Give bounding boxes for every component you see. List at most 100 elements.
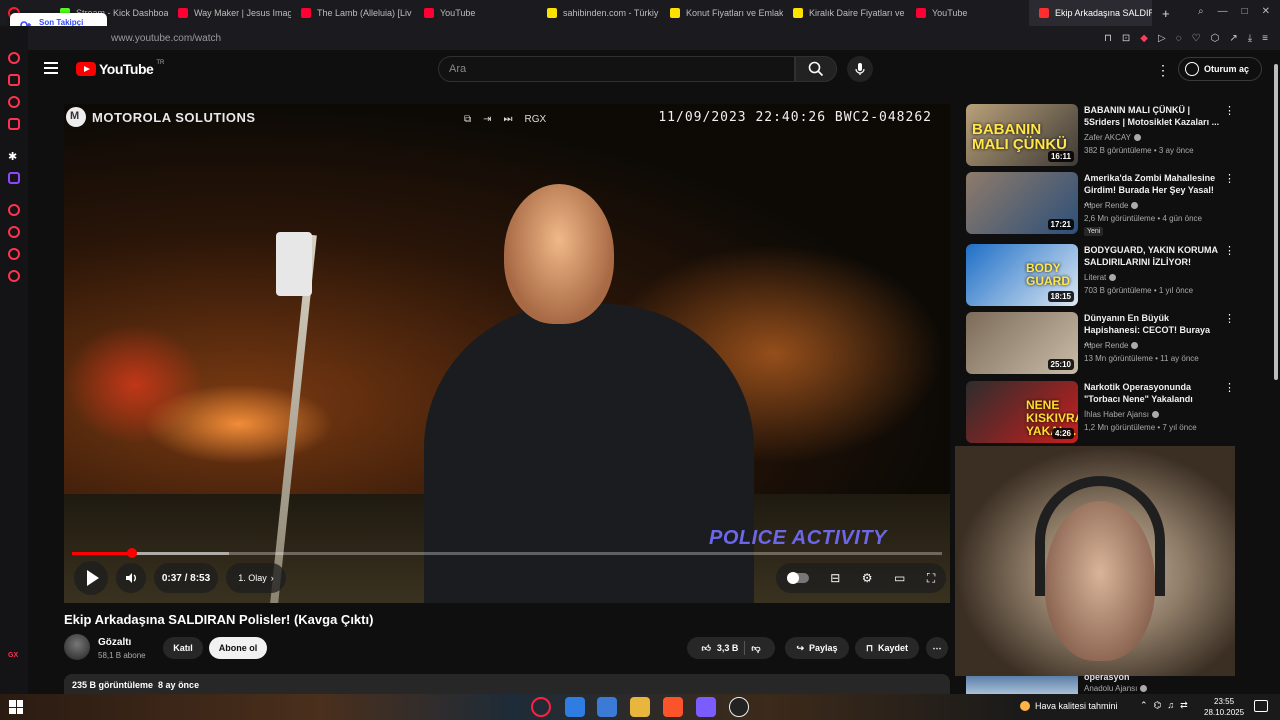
video-thumbnail[interactable]: 25:10 xyxy=(966,312,1078,374)
weather-widget[interactable]: Hava kalitesi tahmini xyxy=(1020,701,1118,711)
recommendation-item[interactable]: 17:21 Amerika'da Zombi Mahallesine Girdi… xyxy=(966,172,1236,236)
recommendation-channel[interactable]: Literat xyxy=(1084,273,1117,282)
play-button[interactable] xyxy=(74,561,108,595)
gx-icon[interactable]: GX xyxy=(8,652,20,664)
snapshot-icon[interactable]: ⊡ xyxy=(1122,33,1130,44)
youtube-logo[interactable]: YouTube TR xyxy=(76,60,164,77)
obs-icon[interactable] xyxy=(729,697,749,717)
settings-icon[interactable]: ⚙ xyxy=(862,571,873,585)
join-button[interactable]: Katıl xyxy=(163,637,203,659)
more-options-icon[interactable]: ⋮ xyxy=(1224,244,1235,257)
recommendation-channel[interactable]: Alper Rende xyxy=(1084,341,1139,350)
recommendation-channel[interactable]: İhlas Haber Ajansı xyxy=(1084,410,1159,419)
ai-icon[interactable]: ✱ xyxy=(8,150,20,163)
theater-mode-icon[interactable]: ▭ xyxy=(894,571,905,585)
download-icon[interactable]: ⤓ xyxy=(1248,33,1252,44)
extensions-icon[interactable]: ⬡ xyxy=(1211,33,1220,44)
recommendation-title[interactable]: Narkotik Operasyonunda "Torbacı Nene" Ya… xyxy=(1084,381,1220,405)
system-clock[interactable]: 23:55 28.10.2025 xyxy=(1204,696,1244,718)
recommendation-title[interactable]: BODYGUARD, YAKIN KORUMA SALDIRILARINI İZ… xyxy=(1084,244,1220,268)
recommendation-title[interactable]: BABANIN MALI ÇÜNKÜ | 5Sriders | Motosikl… xyxy=(1084,104,1220,128)
cast-icon[interactable]: ◌ xyxy=(1176,33,1182,44)
microphone-button[interactable] xyxy=(847,56,873,82)
tab-way-maker[interactable]: Way Maker | Jesus Imag xyxy=(168,0,291,26)
whatsapp-icon[interactable] xyxy=(8,96,20,108)
player-icon[interactable]: ▷ xyxy=(1158,33,1166,44)
video-thumbnail[interactable]: BABANIN MALI ÇÜNKÜ 16:11 xyxy=(966,104,1078,166)
subtitles-icon[interactable]: ⊟ xyxy=(830,571,840,585)
more-options-icon[interactable]: ⋮ xyxy=(1224,104,1235,117)
more-actions-icon[interactable]: ⋯ xyxy=(926,637,948,659)
video-thumbnail[interactable] xyxy=(966,676,1078,694)
exit-icon[interactable]: ⇥ xyxy=(483,114,491,125)
like-icon[interactable]: 👍︎ xyxy=(701,643,710,654)
network-icon[interactable]: ⌬ xyxy=(1154,700,1162,711)
signin-button[interactable]: Oturum aç xyxy=(1178,57,1262,81)
settings-icon[interactable] xyxy=(8,270,20,282)
next-icon[interactable]: ⏭ xyxy=(504,114,513,125)
description-box[interactable]: 235 B görüntüleme 8 ay önce xyxy=(64,674,950,696)
scrollbar-thumb[interactable] xyxy=(1274,64,1278,380)
volume-button[interactable] xyxy=(116,563,146,593)
video-thumbnail[interactable]: NENE KISKIVRAK YAKAL... 4:26 xyxy=(966,381,1078,443)
chevron-up-icon[interactable]: ⌃ xyxy=(1140,700,1148,711)
tab-youtube-2[interactable]: YouTube xyxy=(906,0,1029,26)
aria-icon[interactable] xyxy=(8,74,20,86)
search-tabs-icon[interactable]: ⌕ xyxy=(1198,6,1204,17)
share-icon[interactable]: ↗ xyxy=(1229,33,1237,44)
file-explorer-icon[interactable] xyxy=(630,697,650,717)
tab-kiralik-daire[interactable]: Kiralık Daire Fiyatları ve xyxy=(783,0,906,26)
recommendation-channel[interactable]: Zafer AKCAY xyxy=(1084,133,1141,142)
search-button[interactable] xyxy=(795,56,837,82)
tab-sahibinden[interactable]: sahibinden.com - Türkiy xyxy=(537,0,660,26)
minimize-icon[interactable]: — xyxy=(1218,6,1228,17)
autoplay-toggle[interactable] xyxy=(786,572,809,584)
recommendation-item[interactable]: NENE KISKIVRAK YAKAL... 4:26 Narkotik Op… xyxy=(966,381,1236,443)
heart-icon[interactable]: ♡ xyxy=(1192,33,1201,44)
more-options-icon[interactable]: ⋮ xyxy=(1224,172,1235,185)
tab-konut-fiyatlari[interactable]: Konut Fiyatları ve Emlak xyxy=(660,0,783,26)
opera-gx-icon[interactable] xyxy=(531,697,551,717)
tab-youtube-1[interactable]: YouTube xyxy=(414,0,537,26)
twitch-icon[interactable] xyxy=(8,172,20,184)
more-options-icon[interactable]: ⋮ xyxy=(1224,312,1235,325)
video-thumbnail[interactable]: 17:21 xyxy=(966,172,1078,234)
scrubber-handle[interactable] xyxy=(127,548,138,558)
speaker-icon[interactable]: ♫ xyxy=(1167,700,1174,711)
subscribe-button[interactable]: Abone ol xyxy=(209,637,267,659)
video-player[interactable]: MOTOROLA SOLUTIONS ⧉ ⇥ ⏭ RGX 11/09/2023 … xyxy=(64,104,950,603)
channel-avatar[interactable] xyxy=(64,634,90,660)
tab-the-lamb[interactable]: The Lamb (Alleluia) [Liv xyxy=(291,0,414,26)
recommendation-item[interactable]: BODY GUARD 18:15 BODYGUARD, YAKIN KORUMA… xyxy=(966,244,1236,306)
shield-icon[interactable]: ◆ xyxy=(1140,33,1148,44)
video-thumbnail[interactable]: BODY GUARD 18:15 xyxy=(966,244,1078,306)
save-button[interactable]: ⊓ Kaydet xyxy=(855,637,919,659)
recommendation-item-partial[interactable]: operasyon Anadolu Ajansı xyxy=(966,672,1256,694)
music-icon[interactable] xyxy=(8,204,20,216)
chapter-button[interactable]: 1. Olay › xyxy=(226,563,286,593)
more-options-icon[interactable]: ⋮ xyxy=(1156,62,1170,79)
windows-start-icon[interactable] xyxy=(9,700,23,714)
recommendation-item[interactable]: BABANIN MALI ÇÜNKÜ 16:11 BABANIN MALI ÇÜ… xyxy=(966,104,1236,166)
notification-center-icon[interactable] xyxy=(1254,700,1268,712)
recommendation-title[interactable]: operasyon xyxy=(1084,672,1130,682)
store-icon[interactable] xyxy=(597,697,617,717)
pip-icon[interactable]: ⧉ xyxy=(464,114,471,125)
history-icon[interactable] xyxy=(8,226,20,238)
recommendation-channel[interactable]: Alper Rende xyxy=(1084,201,1139,210)
channel-name[interactable]: Gözaltı xyxy=(98,637,131,648)
dislike-icon[interactable]: 👎︎ xyxy=(751,643,760,654)
send-icon[interactable] xyxy=(8,248,20,260)
bookmark-icon[interactable]: ⊓ xyxy=(1104,33,1112,44)
messenger-icon[interactable] xyxy=(8,52,20,64)
brave-icon[interactable] xyxy=(663,697,683,717)
new-tab-button[interactable]: + xyxy=(1152,0,1174,26)
language-icon[interactable]: ⇄ xyxy=(1180,700,1188,711)
more-options-icon[interactable]: ⋮ xyxy=(1224,381,1235,394)
tab-active-video[interactable]: Ekip Arkadaşına SALDIRA xyxy=(1029,0,1152,26)
maximize-icon[interactable]: □ xyxy=(1242,6,1248,17)
progress-bar[interactable] xyxy=(72,548,942,558)
discord-icon[interactable] xyxy=(696,697,716,717)
instagram-icon[interactable] xyxy=(8,118,20,130)
page-scrollbar[interactable] xyxy=(1272,50,1280,694)
